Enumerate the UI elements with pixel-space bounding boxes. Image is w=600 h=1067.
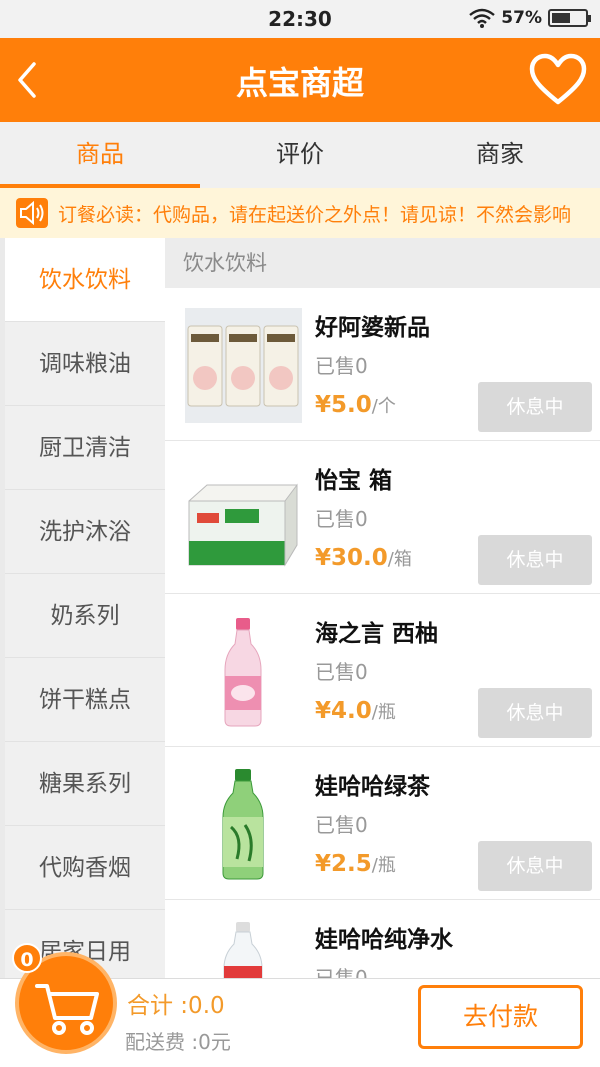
product-price: ¥5.0/个 <box>315 392 396 418</box>
price-unit: /瓶 <box>371 702 396 723</box>
product-name: 怡宝 箱 <box>315 468 393 494</box>
pastry-pack-image <box>185 308 302 423</box>
closed-button[interactable]: 休息中 <box>478 688 592 738</box>
cart-total: 合计 :0.0 <box>127 993 225 1019</box>
tab-reviews[interactable]: 评价 <box>200 122 400 188</box>
section-title: 饮水饮料 <box>165 238 600 288</box>
price-value: ¥30.0 <box>315 545 388 571</box>
product-item[interactable]: 海之言 西柚 已售0 ¥4.0/瓶 休息中 <box>165 594 600 747</box>
product-sold: 已售0 <box>315 660 368 684</box>
sidebar-item-bath[interactable]: 洗护沐浴 <box>5 490 165 574</box>
sidebar-item-condiments[interactable]: 调味粮油 <box>5 322 165 406</box>
product-name: 好阿婆新品 <box>315 315 430 341</box>
sidebar-item-cleaning[interactable]: 厨卫清洁 <box>5 406 165 490</box>
closed-button[interactable]: 休息中 <box>478 382 592 432</box>
product-item[interactable]: 怡宝 箱 已售0 ¥30.0/箱 休息中 <box>165 441 600 594</box>
status-bar: 22:30 57% <box>0 0 600 38</box>
product-item[interactable]: 好阿婆新品 已售0 ¥5.0/个 休息中 <box>165 288 600 441</box>
product-sold: 已售0 <box>315 354 368 378</box>
product-price: ¥30.0/箱 <box>315 545 412 571</box>
tab-bar: 商品 评价 商家 <box>0 122 600 188</box>
closed-button[interactable]: 休息中 <box>478 841 592 891</box>
price-unit: /个 <box>371 396 396 417</box>
product-name: 娃哈哈纯净水 <box>315 927 453 953</box>
product-item[interactable]: 娃哈哈纯净水 已售0 <box>165 900 600 978</box>
price-unit: /瓶 <box>371 855 396 876</box>
tab-merchant[interactable]: 商家 <box>400 122 600 188</box>
notice-text: 订餐必读：代购品，请在起送价之外点！请见谅！不然会影响 <box>58 204 572 226</box>
chevron-left-icon <box>18 62 36 98</box>
product-name: 娃哈哈绿茶 <box>315 774 430 800</box>
product-price: ¥2.5/瓶 <box>315 851 396 877</box>
sidebar-item-biscuits[interactable]: 饼干糕点 <box>5 658 165 742</box>
category-sidebar: 饮水饮料 调味粮油 厨卫清洁 洗护沐浴 奶系列 饼干糕点 糖果系列 代购香烟 居… <box>0 238 165 978</box>
speaker-icon <box>16 198 48 228</box>
wifi-icon <box>469 8 496 28</box>
product-price: ¥4.0/瓶 <box>315 698 396 724</box>
sidebar-item-cigarettes[interactable]: 代购香烟 <box>5 826 165 910</box>
green-tea-bottle-image <box>185 767 302 882</box>
app-header: 点宝商超 <box>0 38 600 122</box>
product-sold: 已售0 <box>315 507 368 531</box>
product-list: 饮水饮料 好阿婆新品 已售0 ¥5.0/个 休息中 怡宝 箱 已售0 ¥30.0… <box>165 238 600 978</box>
sidebar-item-candy[interactable]: 糖果系列 <box>5 742 165 826</box>
price-unit: /箱 <box>387 549 412 570</box>
back-button[interactable] <box>8 50 68 110</box>
pink-bottle-image <box>185 614 302 729</box>
water-case-image <box>185 461 302 576</box>
battery-percent: 57% <box>501 8 542 28</box>
notice-bar: 订餐必读：代购品，请在起送价之外点！请见谅！不然会影响 <box>0 188 600 238</box>
closed-button[interactable]: 休息中 <box>478 535 592 585</box>
delivery-fee: 配送费 :0元 <box>125 1030 231 1054</box>
price-value: ¥5.0 <box>315 392 372 418</box>
battery-icon <box>548 9 591 27</box>
favorite-button[interactable] <box>528 50 588 110</box>
product-name: 海之言 西柚 <box>315 621 439 647</box>
product-item[interactable]: 娃哈哈绿茶 已售0 ¥2.5/瓶 休息中 <box>165 747 600 900</box>
price-value: ¥2.5 <box>315 851 372 877</box>
pay-button[interactable]: 去付款 <box>418 985 583 1049</box>
heart-outline-icon <box>529 53 587 105</box>
price-value: ¥4.0 <box>315 698 372 724</box>
tab-products[interactable]: 商品 <box>0 122 200 188</box>
page-title: 点宝商超 <box>235 64 364 102</box>
product-sold: 已售0 <box>315 813 368 837</box>
water-bottle-image <box>185 920 302 978</box>
sidebar-item-drinks[interactable]: 饮水饮料 <box>5 238 165 322</box>
sidebar-item-milk[interactable]: 奶系列 <box>5 574 165 658</box>
product-sold: 已售0 <box>315 966 368 978</box>
cart-count-badge: 0 <box>12 943 42 973</box>
